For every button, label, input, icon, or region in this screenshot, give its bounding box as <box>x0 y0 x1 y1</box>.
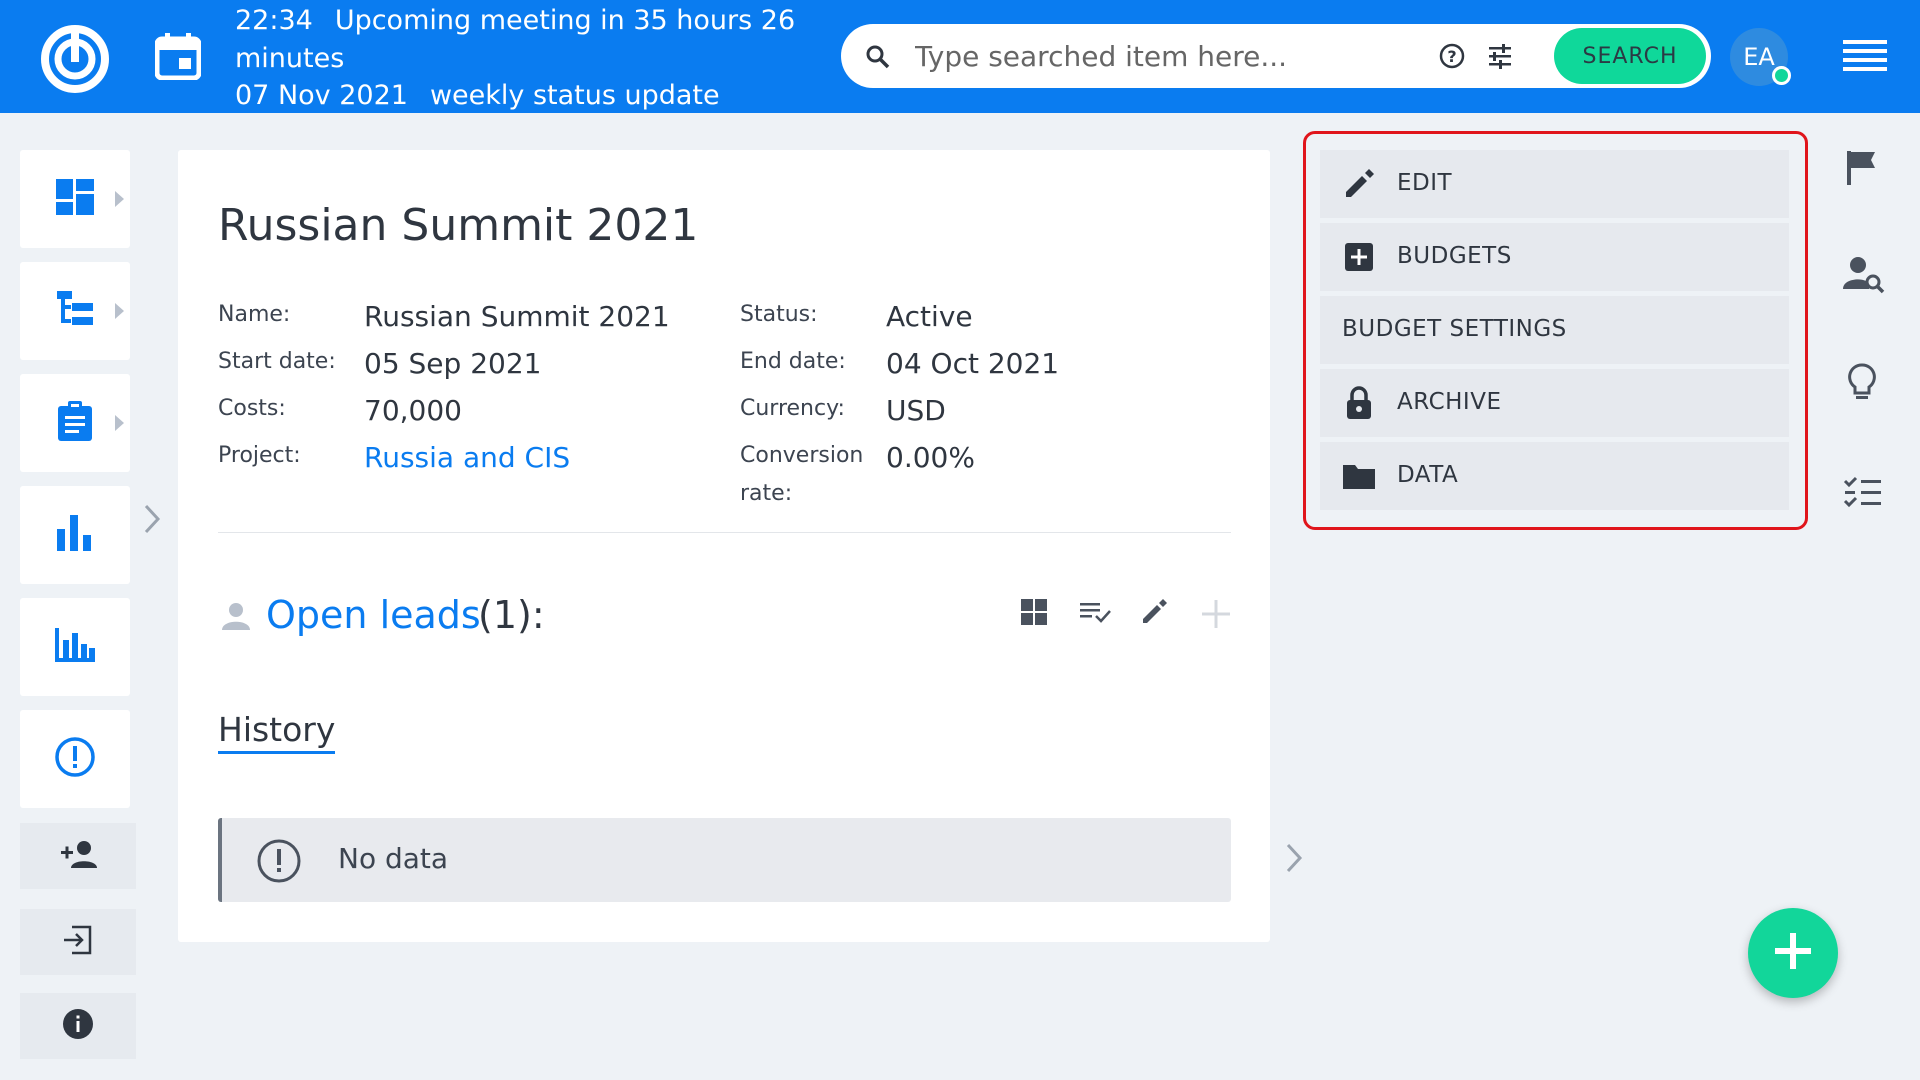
lightbulb-icon[interactable] <box>1843 362 1881 408</box>
calendar-icon[interactable] <box>154 32 202 81</box>
avatar-initials: EA <box>1743 43 1775 71</box>
field-value-currency: USD <box>886 394 946 427</box>
exit-icon <box>62 925 94 959</box>
add-new-fab-button[interactable] <box>1748 908 1838 998</box>
bar-chart-icon <box>57 515 93 555</box>
field-label-conversion: Conversion <box>740 443 864 468</box>
action-budget-settings[interactable]: BUDGET SETTINGS <box>1320 296 1789 364</box>
online-status-dot <box>1772 66 1791 85</box>
plus-icon <box>1773 931 1813 975</box>
sidebar-add-user[interactable] <box>20 823 136 889</box>
action-data[interactable]: DATA <box>1320 442 1789 510</box>
chevron-right-icon <box>115 303 124 319</box>
tab-history[interactable]: History <box>218 710 336 754</box>
info-icon <box>62 1008 94 1044</box>
user-search-icon[interactable] <box>1843 255 1885 299</box>
open-leads-count: (1): <box>478 593 545 637</box>
upcoming-meeting-notice[interactable]: 22:34 Upcoming meeting in 35 hours 26 min… <box>235 2 825 115</box>
field-label-name: Name: <box>218 302 291 327</box>
field-value-end-date: 04 Oct 2021 <box>886 347 1060 380</box>
sidebar-info[interactable] <box>20 993 136 1059</box>
field-value-costs: 70,000 <box>364 394 462 427</box>
open-leads-link[interactable]: Open leads <box>266 593 481 637</box>
user-avatar[interactable]: EA <box>1730 28 1791 86</box>
plus-square-icon <box>1342 240 1376 278</box>
tree-icon <box>57 291 93 331</box>
search-icon <box>865 44 891 74</box>
chevron-right-icon <box>115 415 124 431</box>
field-value-conversion-rate: 0.00% <box>886 441 975 474</box>
clipboard-icon <box>58 401 92 445</box>
field-label-project: Project: <box>218 443 301 468</box>
search-button[interactable]: SEARCH <box>1554 28 1706 84</box>
meeting-title: weekly status update <box>429 80 720 111</box>
field-label-end-date: End date: <box>740 349 846 374</box>
pencil-icon <box>1342 167 1376 205</box>
section-divider <box>218 532 1231 533</box>
filter-settings-icon[interactable] <box>1486 42 1514 74</box>
project-link[interactable]: Russia and CIS <box>364 441 570 474</box>
list-check-icon[interactable] <box>1078 598 1112 630</box>
warning-circle-icon <box>256 838 302 888</box>
action-budget-settings-label: BUDGET SETTINGS <box>1342 316 1567 342</box>
sidebar-item-dashboard[interactable] <box>20 150 130 248</box>
folder-icon <box>1342 459 1376 497</box>
top-bar: 22:34 Upcoming meeting in 35 hours 26 min… <box>0 0 1920 113</box>
action-archive[interactable]: ARCHIVE <box>1320 369 1789 437</box>
no-data-text: No data <box>338 842 449 875</box>
action-edit[interactable]: EDIT <box>1320 150 1789 218</box>
field-label-conversion-cont: rate: <box>740 481 793 506</box>
entity-detail-card: Russian Summit 2021 Name: Russian Summit… <box>178 150 1270 942</box>
add-lead-icon[interactable] <box>1200 598 1232 634</box>
no-data-notice: No data <box>218 818 1231 902</box>
sidebar-exit[interactable] <box>20 909 136 975</box>
search-bar: ? SEARCH <box>841 24 1711 88</box>
field-value-start-date: 05 Sep 2021 <box>364 347 542 380</box>
sidebar-item-structure[interactable] <box>20 262 130 360</box>
svg-text:?: ? <box>1447 47 1456 66</box>
person-icon <box>222 602 250 634</box>
field-label-status: Status: <box>740 302 818 327</box>
meeting-date: 07 Nov 2021 <box>235 80 408 111</box>
panel-toggle-chevron-icon[interactable] <box>1284 841 1304 879</box>
meeting-text: Upcoming meeting in 35 hours 26 <box>334 5 796 36</box>
field-label-start-date: Start date: <box>218 349 336 374</box>
sidebar-item-reports[interactable] <box>20 486 130 584</box>
field-label-currency: Currency: <box>740 396 845 421</box>
field-label-costs: Costs: <box>218 396 286 421</box>
add-person-icon <box>59 840 97 872</box>
field-value-status: Active <box>886 300 973 333</box>
meeting-text-cont: minutes <box>235 42 345 74</box>
app-logo[interactable] <box>40 24 110 94</box>
sidebar-item-analytics[interactable] <box>20 598 130 696</box>
grid-view-icon[interactable] <box>1020 598 1048 630</box>
action-budgets-label: BUDGETS <box>1397 243 1512 269</box>
action-archive-label: ARCHIVE <box>1397 389 1502 415</box>
analytics-icon <box>55 628 95 666</box>
lock-icon <box>1342 386 1376 424</box>
sidebar-item-alerts[interactable] <box>20 710 130 808</box>
action-budgets[interactable]: BUDGETS <box>1320 223 1789 291</box>
alert-icon <box>54 736 96 782</box>
search-input[interactable] <box>915 36 1435 76</box>
page-title: Russian Summit 2021 <box>218 200 699 251</box>
sidebar-item-tasks[interactable] <box>20 374 130 472</box>
action-edit-label: EDIT <box>1397 170 1453 196</box>
help-icon[interactable]: ? <box>1438 42 1466 74</box>
hamburger-menu-icon[interactable] <box>1843 38 1887 78</box>
checklist-icon[interactable] <box>1843 475 1883 513</box>
action-data-label: DATA <box>1397 462 1459 488</box>
field-value-name: Russian Summit 2021 <box>364 300 670 333</box>
dashboard-icon <box>56 179 94 219</box>
flag-icon[interactable] <box>1843 148 1881 190</box>
edit-leads-icon[interactable] <box>1140 598 1168 630</box>
sidebar-collapse-chevron-icon[interactable] <box>142 502 162 540</box>
chevron-right-icon <box>115 191 124 207</box>
meeting-time: 22:34 <box>235 5 313 36</box>
